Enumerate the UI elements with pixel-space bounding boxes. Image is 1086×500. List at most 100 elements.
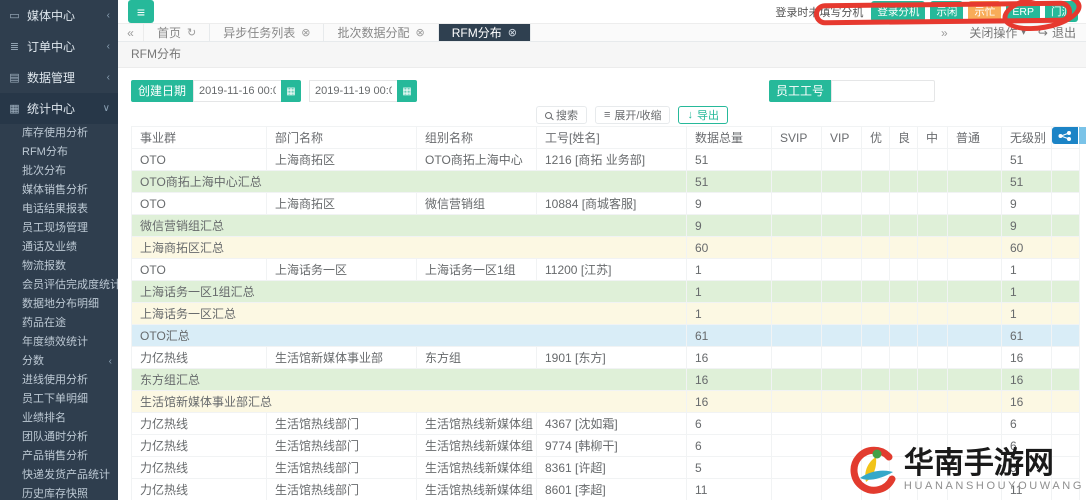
expand-collapse-button[interactable]: ≡ 展开/收缩 bbox=[595, 106, 671, 124]
sidebar-item-电话结果报表[interactable]: 电话结果报表 bbox=[0, 200, 118, 219]
column-header-SVIP[interactable]: SVIP bbox=[771, 126, 822, 149]
column-header-优[interactable]: 优 bbox=[861, 126, 890, 149]
sidebar-item-产品销售分析[interactable]: 产品销售分析 bbox=[0, 447, 118, 466]
close-tab-icon[interactable]: ⊗ bbox=[508, 26, 517, 39]
sidebar-section-统计中心[interactable]: ▦ 统计中心 ∨ bbox=[0, 93, 118, 124]
table-cell: 力亿热线 bbox=[131, 434, 267, 457]
column-header-无级别[interactable]: 无级别 bbox=[1001, 126, 1052, 149]
sidebar-item-数据地分布明细[interactable]: 数据地分布明细 bbox=[0, 295, 118, 314]
topbar-button-示忙[interactable]: 示忙 bbox=[968, 1, 1002, 22]
topbar-button-示闲[interactable]: 示闲 bbox=[930, 1, 964, 22]
sidebar-section-订单中心[interactable]: ≣ 订单中心 ‹ bbox=[0, 31, 118, 62]
table-cell bbox=[771, 148, 822, 171]
table-cell: 6 bbox=[686, 412, 772, 435]
sidebar-item-物流报数[interactable]: 物流报数 bbox=[0, 257, 118, 276]
column-header-工号[姓名][interactable]: 工号[姓名] bbox=[536, 126, 687, 149]
table-row[interactable]: OTO 上海商拓区 OTO商拓上海中心 1216 [商拓 业务部] 51 51 bbox=[131, 148, 1080, 171]
tab-异步任务列表[interactable]: 异步任务列表 ⊗ bbox=[210, 24, 325, 41]
column-header-组别名称[interactable]: 组别名称 bbox=[416, 126, 537, 149]
employee-id-input[interactable] bbox=[831, 80, 936, 102]
sidebar-item-业绩排名[interactable]: 业绩排名 bbox=[0, 409, 118, 428]
summary-row[interactable]: 微信营销组汇总 9 9 bbox=[131, 214, 1080, 237]
list-icon: ≡ bbox=[604, 109, 611, 121]
table-row[interactable]: 力亿热线 生活馆新媒体事业部 东方组 1901 [东方] 16 16 bbox=[131, 346, 1080, 369]
sidebar-item-分数[interactable]: 分数 ‹ bbox=[0, 352, 118, 371]
table-cell bbox=[917, 236, 948, 259]
export-button[interactable]: ↓ 导出 bbox=[678, 106, 728, 124]
chevron-down-icon: ▾ bbox=[1021, 27, 1026, 37]
table-cell bbox=[947, 148, 1002, 171]
close-tab-icon[interactable]: ⊗ bbox=[415, 26, 424, 39]
sidebar-item-员工现场管理[interactable]: 员工现场管理 bbox=[0, 219, 118, 238]
topbar-button-登录分机[interactable]: 登录分机 bbox=[871, 1, 926, 22]
table-cell bbox=[821, 324, 862, 347]
table-row[interactable]: OTO 上海商拓区 微信营销组 10884 [商城客服] 9 9 bbox=[131, 192, 1080, 215]
tab-首页[interactable]: 首页 ↻ bbox=[144, 24, 211, 41]
summary-label-cell: 上海商拓区汇总 bbox=[131, 236, 687, 259]
summary-total-cell: 1 bbox=[686, 280, 772, 303]
column-header-部门名称[interactable]: 部门名称 bbox=[266, 126, 417, 149]
table-cell bbox=[771, 214, 822, 237]
tab-RFM分布[interactable]: RFM分布 ⊗ bbox=[438, 24, 531, 41]
sidebar-item-药品在途[interactable]: 药品在途 bbox=[0, 314, 118, 333]
table-cell: 16 bbox=[1001, 346, 1052, 369]
date-to-input[interactable] bbox=[309, 80, 398, 102]
table-row[interactable]: 力亿热线 生活馆热线部门 生活馆热线新媒体组 4367 [沈如霜] 6 6 bbox=[131, 412, 1080, 435]
summary-row[interactable]: 上海话务一区汇总 1 1 bbox=[131, 302, 1080, 325]
sidebar-item-历史库存快照[interactable]: 历史库存快照 bbox=[0, 485, 118, 500]
sidebar-item-媒体销售分析[interactable]: 媒体销售分析 bbox=[0, 181, 118, 200]
tab-批次数据分配[interactable]: 批次数据分配 ⊗ bbox=[324, 24, 439, 41]
table-cell: 51 bbox=[1001, 148, 1052, 171]
table-cell bbox=[917, 192, 948, 215]
summary-row[interactable]: 东方组汇总 16 16 bbox=[131, 368, 1080, 391]
refresh-icon[interactable]: ↻ bbox=[187, 26, 196, 39]
table-cell bbox=[1051, 258, 1080, 281]
topbar-button-ERP[interactable]: ERP bbox=[1006, 2, 1040, 21]
table-cell bbox=[821, 170, 862, 193]
sidebar-item-RFM分布[interactable]: RFM分布 bbox=[0, 143, 118, 162]
sidebar-item-进线使用分析[interactable]: 进线使用分析 bbox=[0, 371, 118, 390]
chevron-down-icon: ∨ bbox=[102, 103, 110, 114]
sidebar-item-年度绩效统计[interactable]: 年度绩效统计 bbox=[0, 333, 118, 352]
table-view-toggle-button-partial[interactable] bbox=[1079, 127, 1086, 144]
column-header-VIP[interactable]: VIP bbox=[821, 126, 862, 149]
chart-view-toggle-button[interactable] bbox=[1052, 127, 1078, 144]
sidebar-item-通话及业绩[interactable]: 通话及业绩 bbox=[0, 238, 118, 257]
close-tab-icon[interactable]: ⊗ bbox=[301, 26, 310, 39]
logout-button[interactable]: ↪ 退出 bbox=[1038, 24, 1076, 41]
summary-row[interactable]: OTO商拓上海中心汇总 51 51 bbox=[131, 170, 1080, 193]
search-icon bbox=[545, 111, 552, 119]
sidebar-item-批次分布[interactable]: 批次分布 bbox=[0, 162, 118, 181]
sidebar-section-媒体中心[interactable]: ▭ 媒体中心 ‹ bbox=[0, 0, 118, 31]
summary-row[interactable]: 上海商拓区汇总 60 60 bbox=[131, 236, 1080, 259]
close-operations-dropdown[interactable]: 关闭操作 ▾ bbox=[969, 24, 1026, 41]
sidebar-item-快递发货产品统计[interactable]: 快递发货产品统计 bbox=[0, 466, 118, 485]
column-header-数据总量[interactable]: 数据总量 bbox=[686, 126, 772, 149]
column-header-事业群[interactable]: 事业群 bbox=[131, 126, 267, 149]
column-header-良[interactable]: 良 bbox=[889, 126, 918, 149]
sidebar-item-label: 产品销售分析 bbox=[22, 450, 88, 462]
sidebar-item-员工下单明细[interactable]: 员工下单明细 bbox=[0, 390, 118, 409]
summary-row[interactable]: 生活馆新媒体事业部汇总 16 16 bbox=[131, 390, 1080, 413]
sidebar-toggle-button[interactable]: ≡ bbox=[128, 0, 154, 23]
column-header-中[interactable]: 中 bbox=[917, 126, 948, 149]
sidebar-section-数据管理[interactable]: ▤ 数据管理 ‹ bbox=[0, 62, 118, 93]
column-header-普通[interactable]: 普通 bbox=[947, 126, 1002, 149]
sidebar-item-团队通时分析[interactable]: 团队通时分析 bbox=[0, 428, 118, 447]
sidebar-section-label: 媒体中心 bbox=[27, 9, 76, 23]
date-from-calendar-button[interactable]: ▦ bbox=[281, 80, 302, 102]
table-row[interactable]: OTO 上海话务一区 上海话务一区1组 11200 [江苏] 1 1 bbox=[131, 258, 1080, 281]
summary-row[interactable]: OTO汇总 61 61 bbox=[131, 324, 1080, 347]
tabs-scroll-right-button[interactable]: » bbox=[931, 26, 957, 40]
sidebar-item-会员评估完成度统计[interactable]: 会员评估完成度统计 bbox=[0, 276, 118, 295]
summary-row[interactable]: 上海话务一区1组汇总 1 1 bbox=[131, 280, 1080, 303]
table-cell bbox=[771, 390, 822, 413]
sidebar-item-库存使用分析[interactable]: 库存使用分析 bbox=[0, 124, 118, 143]
tabs-scroll-left-button[interactable]: « bbox=[118, 24, 144, 41]
search-button[interactable]: 搜索 bbox=[536, 106, 587, 124]
date-to-calendar-button[interactable]: ▦ bbox=[397, 80, 418, 102]
table-cell bbox=[861, 280, 890, 303]
date-from-input[interactable] bbox=[193, 80, 282, 102]
topbar-button-门派[interactable]: 门派 bbox=[1045, 1, 1078, 22]
chevron-left-icon: ‹ bbox=[106, 41, 110, 52]
